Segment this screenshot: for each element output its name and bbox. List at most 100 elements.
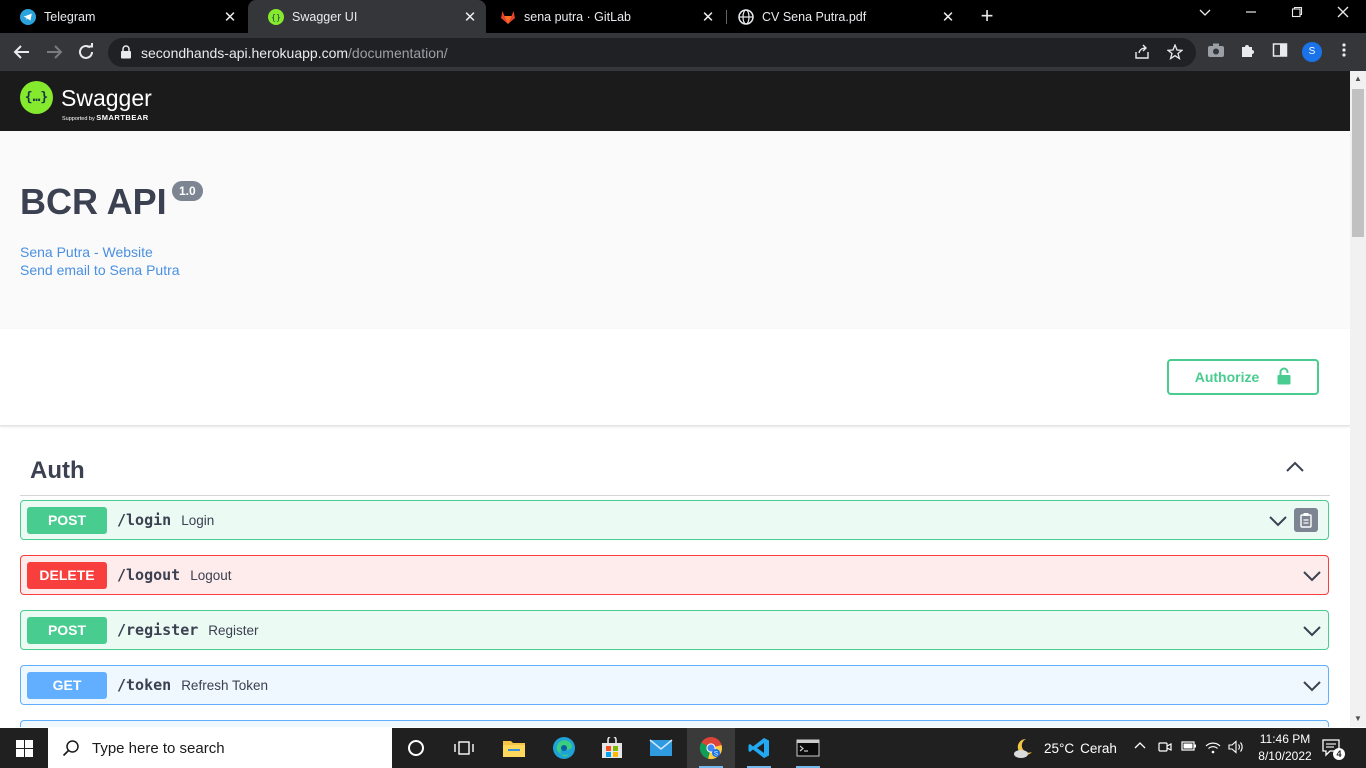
method-badge: DELETE — [27, 561, 107, 589]
tab-title: Swagger UI — [292, 9, 358, 24]
chevron-down-icon[interactable] — [1268, 511, 1288, 536]
page-viewport: {…} Swagger Supported by SMARTBEAR BCR A… — [0, 71, 1350, 727]
operation-post-register[interactable]: POST /register Register — [20, 610, 1329, 650]
operation-path: /register — [117, 621, 199, 639]
swagger-brand-name[interactable]: Swagger — [61, 85, 152, 112]
swagger-supported-by: Supported by SMARTBEAR — [62, 113, 149, 122]
close-window-button[interactable] — [1328, 5, 1358, 21]
chevron-down-icon[interactable] — [1302, 676, 1322, 701]
notification-center-icon[interactable]: 4 — [1322, 738, 1345, 763]
copy-to-clipboard-icon[interactable] — [1294, 508, 1318, 532]
start-button[interactable] — [0, 728, 48, 768]
gitlab-icon — [500, 9, 516, 25]
microsoft-store-icon[interactable] — [588, 728, 636, 768]
chevron-down-icon[interactable] — [1302, 621, 1322, 646]
address-bar[interactable]: secondhands-api.herokuapp.com/documentat… — [108, 38, 1196, 67]
operation-delete-logout[interactable]: DELETE /logout Logout — [20, 555, 1329, 595]
operation-summary: Register — [208, 622, 259, 638]
operation-path: /token — [117, 676, 172, 694]
tab-telegram[interactable]: Telegram ✕ — [0, 0, 246, 33]
browser-tab-bar: Telegram ✕ {} Swagger UI ✕ sena putra · … — [0, 0, 1366, 33]
operation-summary: Refresh Token — [181, 677, 268, 693]
tab-cv-pdf[interactable]: CV Sena Putra.pdf ✕ — [728, 0, 964, 33]
weather-widget[interactable]: 25°C Cerah — [1012, 728, 1117, 768]
tab-gitlab[interactable]: sena putra · GitLab ✕ — [490, 0, 724, 33]
search-placeholder: Type here to search — [92, 739, 225, 757]
chevron-up-icon[interactable] — [1134, 740, 1146, 755]
more-menu-icon[interactable] — [1337, 42, 1351, 62]
chevron-up-icon[interactable] — [1285, 457, 1305, 482]
operation-path: /logout — [117, 566, 181, 584]
email-link[interactable]: Send email to Sena Putra — [20, 262, 180, 278]
api-title: BCR API — [20, 181, 167, 222]
minimize-button[interactable] — [1236, 5, 1266, 21]
new-tab-button[interactable]: + — [976, 5, 998, 27]
task-view-button[interactable] — [440, 728, 488, 768]
camera-icon[interactable] — [1207, 42, 1225, 62]
smartbear-text: SMARTBEAR — [96, 113, 149, 122]
method-badge: GET — [27, 671, 107, 699]
supported-by-text: Supported by — [62, 116, 95, 122]
operation-partial-next[interactable] — [20, 720, 1329, 727]
forward-button[interactable] — [42, 40, 66, 64]
url-host: secondhands-api.herokuapp.com — [141, 45, 349, 61]
notification-count-badge: 4 — [1333, 748, 1345, 760]
search-icon — [62, 739, 80, 757]
website-link[interactable]: Sena Putra - Website — [20, 244, 153, 260]
reload-button[interactable] — [74, 40, 98, 64]
cortana-button[interactable] — [392, 728, 440, 768]
page-scrollbar[interactable]: ▲ ▼ — [1350, 71, 1366, 727]
unlock-icon — [1277, 367, 1291, 388]
tab-title: Telegram — [44, 9, 96, 24]
profile-avatar[interactable]: S — [1302, 42, 1322, 62]
bookmark-star-icon[interactable] — [1166, 43, 1184, 64]
scrollbar-thumb[interactable] — [1352, 89, 1364, 237]
close-icon[interactable]: ✕ — [936, 8, 960, 26]
back-button[interactable] — [10, 40, 34, 64]
extensions-icon[interactable] — [1240, 42, 1256, 62]
close-icon[interactable]: ✕ — [218, 8, 242, 26]
authorize-label: Authorize — [1194, 369, 1260, 385]
chrome-icon[interactable]: S — [687, 728, 735, 768]
weather-description: Cerah — [1080, 740, 1117, 756]
system-clock[interactable]: 11:46 PM 8/10/2022 — [1252, 731, 1318, 765]
taskbar-search-box[interactable]: Type here to search — [48, 728, 392, 768]
operation-summary: Login — [181, 512, 215, 528]
edge-icon[interactable] — [540, 728, 588, 768]
operation-get-token[interactable]: GET /token Refresh Token — [20, 665, 1329, 705]
tab-search-chevron-icon[interactable] — [1190, 5, 1220, 21]
clock-date: 8/10/2022 — [1258, 749, 1312, 763]
meet-now-icon[interactable] — [1158, 740, 1172, 757]
method-badge: POST — [27, 616, 107, 644]
tab-swagger-ui[interactable]: {} Swagger UI ✕ — [248, 0, 486, 33]
wifi-icon[interactable] — [1205, 740, 1221, 757]
api-info: BCR API 1.0 Sena Putra - Website Send em… — [0, 131, 1350, 329]
close-icon[interactable]: ✕ — [696, 8, 720, 26]
svg-text:{}: {} — [271, 13, 281, 22]
globe-icon — [738, 8, 754, 25]
mail-icon[interactable] — [637, 728, 685, 768]
tab-title: CV Sena Putra.pdf — [762, 9, 867, 24]
tag-title: Auth — [30, 457, 85, 484]
swagger-logo-icon[interactable]: {…} — [20, 81, 53, 114]
scroll-up-arrow-icon[interactable]: ▲ — [1354, 74, 1362, 83]
lock-icon[interactable] — [120, 45, 132, 64]
url-path: /documentation/ — [348, 45, 448, 61]
scroll-down-arrow-icon[interactable]: ▼ — [1354, 714, 1362, 723]
side-panel-icon[interactable] — [1272, 42, 1288, 62]
chevron-down-icon[interactable] — [1302, 566, 1322, 591]
auth-tag-header[interactable]: Auth — [20, 443, 1330, 496]
operation-summary: Logout — [190, 567, 232, 583]
file-explorer-icon[interactable] — [490, 728, 538, 768]
telegram-icon — [20, 8, 36, 25]
authorize-button[interactable]: Authorize — [1167, 359, 1319, 395]
terminal-icon[interactable] — [784, 728, 832, 768]
volume-icon[interactable] — [1228, 740, 1244, 757]
battery-icon[interactable] — [1181, 740, 1197, 755]
url-text[interactable]: secondhands-api.herokuapp.com/documentat… — [141, 45, 448, 61]
restore-button[interactable] — [1282, 5, 1312, 21]
operation-post-login[interactable]: POST /login Login — [20, 500, 1329, 540]
close-icon[interactable]: ✕ — [458, 8, 482, 26]
vscode-icon[interactable] — [735, 728, 783, 768]
share-icon[interactable] — [1134, 44, 1150, 64]
